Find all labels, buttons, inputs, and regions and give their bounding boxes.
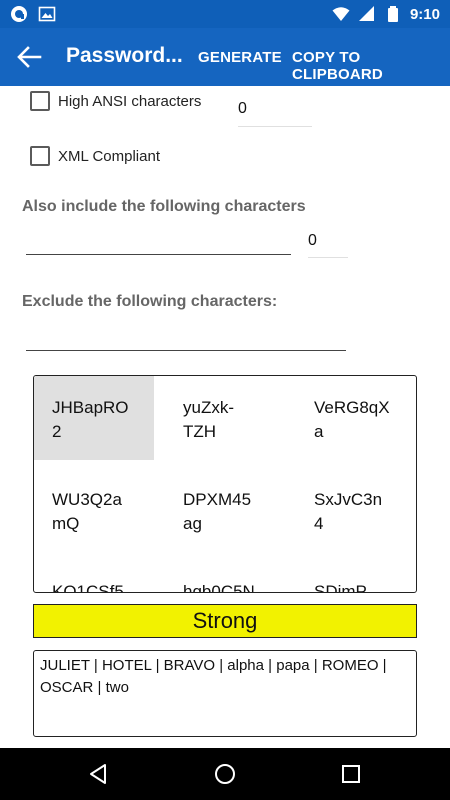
strength-indicator: Strong: [33, 604, 417, 638]
include-count: 0: [308, 232, 317, 249]
navigation-bar: [0, 748, 450, 800]
phonetic-phrase-box[interactable]: JULIET | HOTEL | BRAVO | alpha | papa | …: [33, 650, 417, 737]
nav-home-icon[interactable]: [213, 762, 237, 786]
generate-button[interactable]: GENERATE: [198, 49, 282, 66]
high-ansi-label: High ANSI characters: [58, 92, 202, 110]
app-bar: Password... GENERATE COPY TO CLIPBOARD: [0, 28, 450, 86]
password-item[interactable]: DPXM45 ag: [165, 468, 285, 552]
password-item[interactable]: JHBapRO 2: [34, 376, 154, 460]
nav-recents-icon[interactable]: [339, 762, 363, 786]
app-notification-icon: [11, 6, 27, 22]
wifi-icon: [332, 7, 350, 21]
include-label: Also include the following characters: [22, 198, 306, 215]
image-notification-icon: [38, 6, 56, 22]
password-item[interactable]: WU3Q2a mQ: [34, 468, 154, 552]
xml-compliant-option[interactable]: XML Compliant: [30, 146, 160, 166]
xml-compliant-label: XML Compliant: [58, 147, 160, 165]
settings-content: High ANSI characters 0 XML Compliant Als…: [0, 86, 450, 748]
page-title: Password...: [66, 44, 183, 67]
password-item[interactable]: hgb0C5N: [165, 560, 285, 592]
high-ansi-checkbox[interactable]: [30, 91, 50, 111]
xml-compliant-checkbox[interactable]: [30, 146, 50, 166]
exclude-label: Exclude the following characters:: [22, 293, 278, 310]
status-bar: 9:10: [0, 0, 450, 28]
signal-icon: [358, 6, 374, 21]
password-item[interactable]: SDimP: [296, 560, 416, 592]
password-grid[interactable]: JHBapRO 2 yuZxk- TZH VeRG8qX a WU3Q2a mQ…: [33, 375, 417, 593]
exclude-input[interactable]: [26, 350, 346, 351]
high-ansi-option[interactable]: High ANSI characters: [30, 91, 201, 111]
status-time: 9:10: [409, 5, 440, 23]
back-arrow-icon[interactable]: [16, 44, 42, 70]
include-count-field[interactable]: 0: [308, 232, 348, 258]
battery-icon: [387, 6, 398, 22]
password-item[interactable]: yuZxk- TZH: [165, 376, 285, 460]
high-ansi-count: 0: [238, 100, 247, 117]
copy-to-clipboard-button[interactable]: COPY TO CLIPBOARD: [292, 49, 450, 83]
include-input[interactable]: [26, 254, 291, 255]
password-item[interactable]: KQ1CSf5: [34, 560, 154, 592]
password-item[interactable]: SxJvC3n 4: [296, 468, 416, 552]
password-item[interactable]: VeRG8qX a: [296, 376, 416, 460]
high-ansi-count-field[interactable]: 0: [238, 100, 312, 127]
nav-back-icon[interactable]: [86, 762, 110, 786]
